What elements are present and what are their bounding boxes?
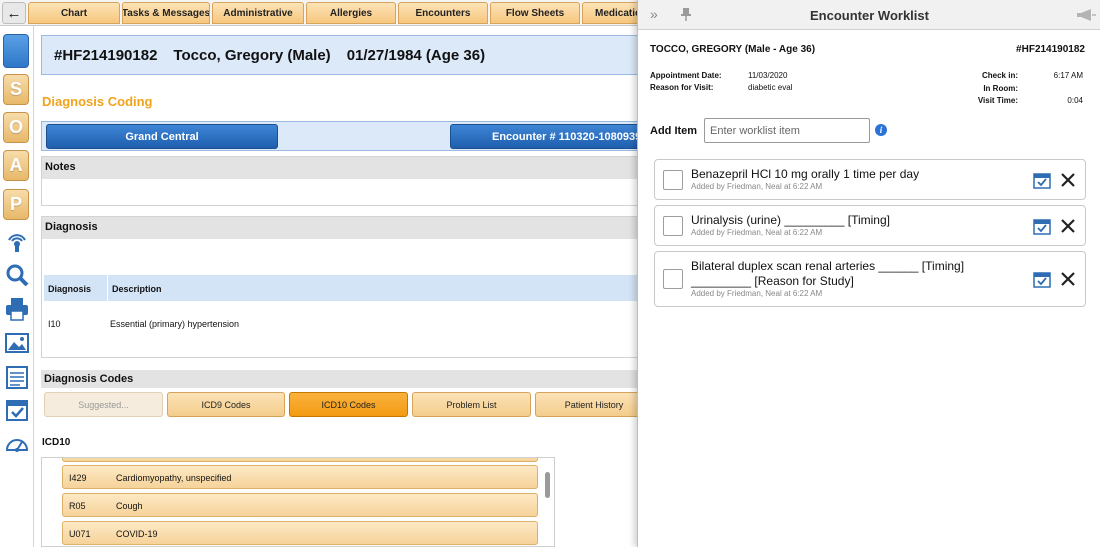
icd-description: Cardiomyopathy, unspecified: [116, 473, 232, 483]
printer-icon[interactable]: [4, 296, 30, 322]
close-icon[interactable]: [1059, 270, 1077, 288]
reason-value: diabetic eval: [748, 83, 793, 92]
worklist-title: Encounter Worklist: [810, 8, 929, 23]
patient-header: #HF214190182 Tocco, Gregory (Male) 01/27…: [41, 35, 641, 75]
calendar-check-icon[interactable]: [1033, 171, 1051, 189]
in-room-label: In Room:: [983, 84, 1018, 93]
icd10-heading: ICD10: [42, 437, 71, 448]
encounter-number-button[interactable]: Encounter # 110320-108093919: [450, 124, 642, 149]
worklist-patient-name: TOCCO, GREGORY (Male - Age 36): [650, 44, 816, 55]
encounter-nav-strip: Grand Central Encounter # 110320-1080939…: [41, 121, 642, 151]
worklist-header: » Encounter Worklist: [638, 0, 1100, 30]
encounter-worklist-panel: » Encounter Worklist TOCCO, GREGORY (Mal…: [637, 0, 1100, 547]
add-item-label: Add Item: [650, 125, 698, 137]
appointment-date-label: Appointment Date:: [650, 71, 722, 80]
visit-time-value: 0:04: [1067, 96, 1083, 105]
diagnosis-codes-heading: Diagnosis Codes: [41, 370, 641, 388]
tab-encounters[interactable]: Encounters: [398, 2, 488, 24]
image-icon[interactable]: [4, 330, 30, 356]
tab-administrative[interactable]: Administrative: [212, 2, 304, 24]
icd-code: I429: [69, 473, 87, 483]
diagnosis-description: Essential (primary) hypertension: [110, 319, 240, 329]
tab-chart[interactable]: Chart: [28, 2, 120, 24]
megaphone-icon[interactable]: [1076, 8, 1096, 22]
reason-label: Reason for Visit:: [650, 83, 714, 92]
column-description: Description: [112, 284, 162, 294]
calendar-check-icon[interactable]: [4, 396, 30, 422]
worklist-item: Urinalysis (urine) _________ [Timing] Ad…: [654, 205, 1086, 246]
column-diagnosis: Diagnosis: [48, 284, 92, 294]
soap-p-button[interactable]: P: [3, 189, 29, 220]
calendar-check-icon[interactable]: [1033, 217, 1051, 235]
notes-icon[interactable]: [4, 364, 30, 390]
diagnosis-heading: Diagnosis: [42, 217, 640, 239]
page-title: Diagnosis Coding: [42, 94, 153, 109]
check-in-label: Check in:: [981, 71, 1018, 80]
tab-allergies[interactable]: Allergies: [306, 2, 396, 24]
worklist-item-input[interactable]: [704, 118, 870, 143]
patient-dob: 01/27/1984 (Age 36): [346, 46, 486, 64]
top-tab-bar: ← Chart Tasks & Messages Administrative …: [0, 0, 642, 26]
problem-list-button[interactable]: Problem List: [412, 392, 531, 417]
back-arrow-icon[interactable]: ←: [2, 2, 26, 24]
tab-medications[interactable]: Medications: [582, 2, 642, 24]
item-description: Benazepril HCl 10 mg orally 1 time per d…: [691, 167, 920, 181]
item-meta: Added by Friedman, Neal at 6:22 AM: [691, 182, 823, 191]
list-item[interactable]: I429 Cardiomyopathy, unspecified: [62, 465, 538, 489]
info-icon[interactable]: i: [875, 124, 887, 136]
icd10-list[interactable]: I429 Cardiomyopathy, unspecified R05 Cou…: [41, 457, 555, 547]
left-icon-rail: S O A P: [0, 26, 34, 547]
list-item[interactable]: U071 COVID-19: [62, 521, 538, 545]
soap-s-button[interactable]: S: [3, 74, 29, 105]
diagnosis-panel: Diagnosis Diagnosis Description I10 Esse…: [41, 216, 641, 358]
icd-code: U071: [69, 529, 91, 539]
notes-panel: Notes: [41, 156, 641, 206]
grand-central-button[interactable]: Grand Central: [46, 124, 278, 149]
item-text: Bilateral duplex scan renal arteries ___…: [691, 259, 1021, 299]
icd-description: COVID-19: [116, 529, 158, 539]
close-icon[interactable]: [1059, 217, 1077, 235]
gauge-icon[interactable]: [4, 430, 30, 456]
visit-time-label: Visit Time:: [977, 96, 1018, 105]
list-item[interactable]: R05 Cough: [62, 493, 538, 517]
worklist-item: Bilateral duplex scan renal arteries ___…: [654, 251, 1086, 307]
appointment-date-value: 11/03/2020: [748, 71, 788, 80]
soap-a-button[interactable]: A: [3, 150, 29, 181]
tab-flow-sheets[interactable]: Flow Sheets: [490, 2, 580, 24]
suggested-button[interactable]: Suggested...: [44, 392, 163, 417]
search-icon[interactable]: [4, 262, 30, 288]
item-description: Bilateral duplex scan renal arteries ___…: [691, 259, 965, 288]
tab-tasks-messages[interactable]: Tasks & Messages: [122, 2, 210, 24]
rail-menu-button[interactable]: [3, 34, 29, 68]
item-meta: Added by Friedman, Neal at 6:22 AM: [691, 289, 823, 298]
signal-icon[interactable]: [4, 228, 30, 254]
notes-heading: Notes: [42, 157, 640, 179]
item-meta: Added by Friedman, Neal at 6:22 AM: [691, 228, 823, 237]
item-checkbox[interactable]: [663, 216, 683, 236]
item-text: Benazepril HCl 10 mg orally 1 time per d…: [691, 167, 1021, 192]
list-scrollbar[interactable]: [545, 472, 550, 498]
list-item[interactable]: [62, 458, 538, 462]
icd10-codes-button[interactable]: ICD10 Codes: [289, 392, 408, 417]
soap-o-button[interactable]: O: [3, 112, 29, 143]
calendar-check-icon[interactable]: [1033, 270, 1051, 288]
item-description: Urinalysis (urine) _________ [Timing]: [691, 213, 890, 227]
worklist-patient-id: #HF214190182: [1016, 44, 1085, 55]
check-in-value: 6:17 AM: [1053, 71, 1083, 80]
icd-code: R05: [69, 501, 86, 511]
diagnosis-code: I10: [48, 319, 61, 329]
patient-name: Tocco, Gregory (Male): [173, 46, 331, 64]
diagnosis-table-header: Diagnosis Description: [44, 275, 640, 301]
table-row[interactable]: I10 Essential (primary) hypertension: [44, 317, 640, 333]
icd9-codes-button[interactable]: ICD9 Codes: [167, 392, 285, 417]
close-icon[interactable]: [1059, 171, 1077, 189]
item-text: Urinalysis (urine) _________ [Timing] Ad…: [691, 213, 1021, 238]
worklist-item: Benazepril HCl 10 mg orally 1 time per d…: [654, 159, 1086, 200]
patient-history-button[interactable]: Patient History: [535, 392, 653, 417]
item-checkbox[interactable]: [663, 269, 683, 289]
item-checkbox[interactable]: [663, 170, 683, 190]
icd-description: Cough: [116, 501, 143, 511]
patient-id: #HF214190182: [54, 46, 158, 64]
